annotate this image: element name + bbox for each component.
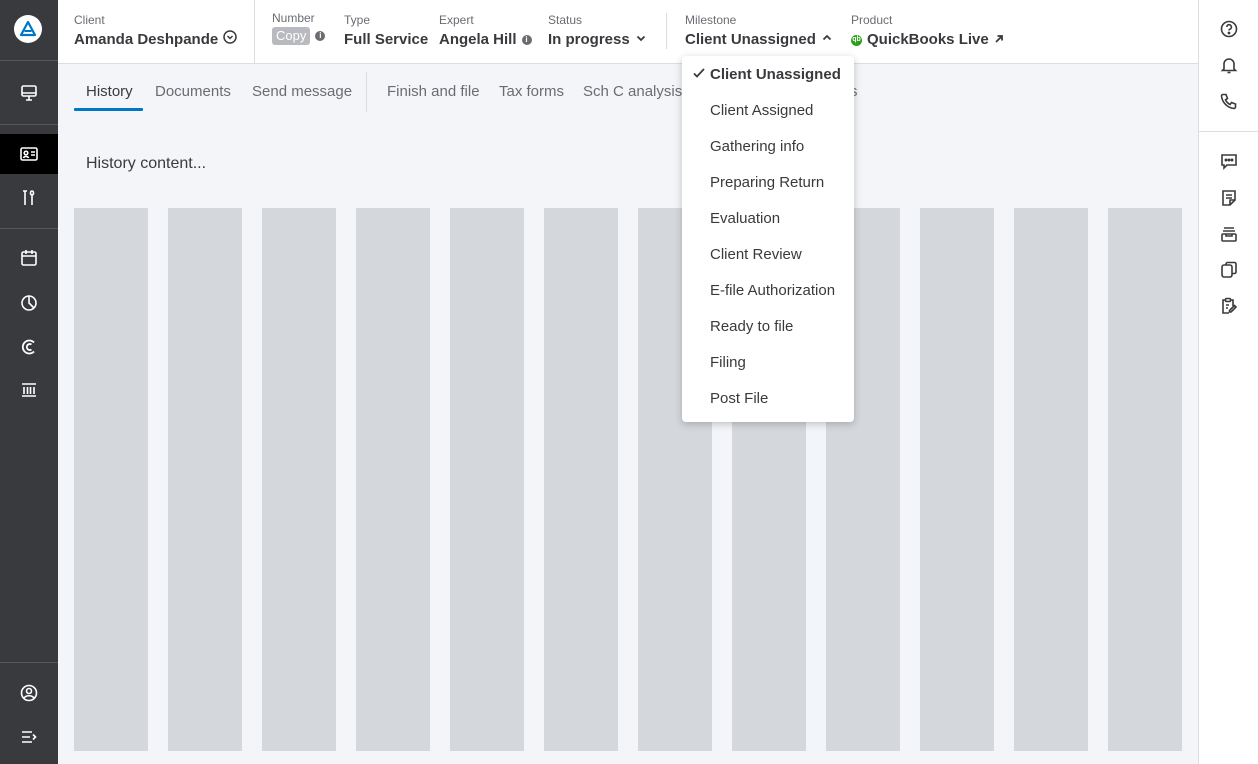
product-field: Product qb QuickBooks Live [851, 13, 1004, 51]
milestone-option-client-review[interactable]: Client Review [710, 246, 802, 264]
active-tab-indicator [74, 108, 143, 111]
left-sidebar [0, 0, 58, 764]
chevron-circle-down-icon[interactable] [223, 29, 237, 51]
calendar-icon[interactable] [0, 238, 58, 278]
right-sidebar [1198, 0, 1258, 764]
clipboard-edit-icon[interactable] [1199, 291, 1258, 321]
tab-sch-c-analysis[interactable]: Sch C analysis [583, 83, 682, 101]
info-icon[interactable]: i [521, 35, 532, 45]
milestone-label: Milestone [685, 13, 737, 27]
milestone-option-filing[interactable]: Filing [710, 354, 746, 372]
skeleton-column [920, 208, 994, 751]
history-content: History content... [86, 155, 207, 172]
pie-chart-icon[interactable] [0, 283, 58, 323]
logo-icon[interactable] [14, 15, 42, 43]
documents-icon[interactable] [1199, 255, 1258, 285]
skeleton-column [1014, 208, 1088, 751]
bank-icon[interactable] [0, 370, 58, 410]
sidebar-divider [0, 228, 58, 229]
info-icon[interactable]: i [315, 31, 326, 41]
tab-tax-forms[interactable]: Tax forms [499, 83, 564, 101]
id-card-icon[interactable] [0, 134, 58, 174]
sidebar-divider [0, 124, 58, 125]
inbox-icon[interactable] [1199, 219, 1258, 249]
monitor-icon[interactable] [0, 73, 58, 113]
checkmark-icon [692, 66, 706, 85]
milestone-option-preparing-return[interactable]: Preparing Return [710, 174, 824, 192]
milestone-option-ready-to-file[interactable]: Ready to file [710, 318, 793, 336]
copyright-icon[interactable] [0, 327, 58, 367]
sidebar-divider [0, 662, 58, 663]
milestone-dropdown-menu: Client Unassigned Client Assigned Gather… [682, 56, 854, 422]
type-label: Type [344, 13, 371, 27]
tab-finish-and-file[interactable]: Finish and file [387, 83, 480, 101]
status-value[interactable]: In progress [548, 29, 630, 51]
client-header: Client Amanda Deshpande Number Copy i Ty… [58, 0, 1198, 64]
product-link[interactable]: QuickBooks Live [867, 29, 989, 51]
skeleton-column [1108, 208, 1182, 751]
sidebar-divider [0, 60, 58, 61]
quickbooks-logo-icon: qb [851, 34, 862, 46]
number-field: Number Copy i [272, 11, 326, 45]
skeleton-column [74, 208, 148, 751]
milestone-option-evaluation[interactable]: Evaluation [710, 210, 780, 228]
number-label: Number [272, 11, 315, 25]
product-label: Product [851, 13, 893, 27]
chevron-down-icon[interactable] [635, 29, 647, 51]
tools-icon[interactable] [0, 178, 58, 218]
header-divider [254, 0, 255, 64]
right-sidebar-divider [1199, 131, 1258, 132]
tab-send-message[interactable]: Send message [252, 83, 352, 101]
milestone-option-post-file[interactable]: Post File [710, 390, 768, 408]
client-label: Client [74, 13, 105, 27]
skeleton-column [262, 208, 336, 751]
expert-value: Angela Hill [439, 31, 517, 48]
milestone-option-e-file-authorization[interactable]: E-file Authorization [710, 282, 835, 300]
status-field[interactable]: Status In progress [548, 13, 647, 51]
help-icon[interactable] [1199, 14, 1258, 44]
milestone-option-gathering-info[interactable]: Gathering info [710, 138, 804, 156]
tab-divider [366, 72, 367, 112]
milestone-field[interactable]: Milestone Client Unassigned [685, 13, 833, 51]
external-link-icon[interactable] [994, 29, 1004, 51]
skeleton-column [544, 208, 618, 751]
phone-icon[interactable] [1199, 86, 1258, 116]
chevron-up-icon[interactable] [821, 29, 833, 51]
status-label: Status [548, 13, 583, 27]
tab-history[interactable]: History [86, 83, 133, 101]
expert-label: Expert [439, 13, 474, 27]
bell-icon[interactable] [1199, 50, 1258, 80]
milestone-option-client-assigned[interactable]: Client Assigned [710, 102, 813, 120]
expert-field: Expert Angela Hill i [439, 13, 532, 51]
tab-documents[interactable]: Documents [155, 83, 231, 101]
type-field: Type Full Service [344, 13, 428, 51]
notes-icon[interactable] [1199, 183, 1258, 213]
copy-button[interactable]: Copy [272, 27, 311, 45]
skeleton-column [450, 208, 524, 751]
skeleton-column [168, 208, 242, 751]
user-circle-icon[interactable] [0, 673, 58, 713]
type-value: Full Service [344, 31, 429, 48]
client-name[interactable]: Amanda Deshpande [74, 29, 218, 51]
client-field[interactable]: Client Amanda Deshpande [74, 13, 237, 51]
milestone-value[interactable]: Client Unassigned [685, 29, 816, 51]
skeleton-column [356, 208, 430, 751]
header-divider [666, 13, 667, 49]
chat-icon[interactable] [1199, 146, 1258, 176]
expand-menu-icon[interactable] [0, 717, 58, 757]
milestone-option-client-unassigned[interactable]: Client Unassigned [710, 66, 841, 84]
